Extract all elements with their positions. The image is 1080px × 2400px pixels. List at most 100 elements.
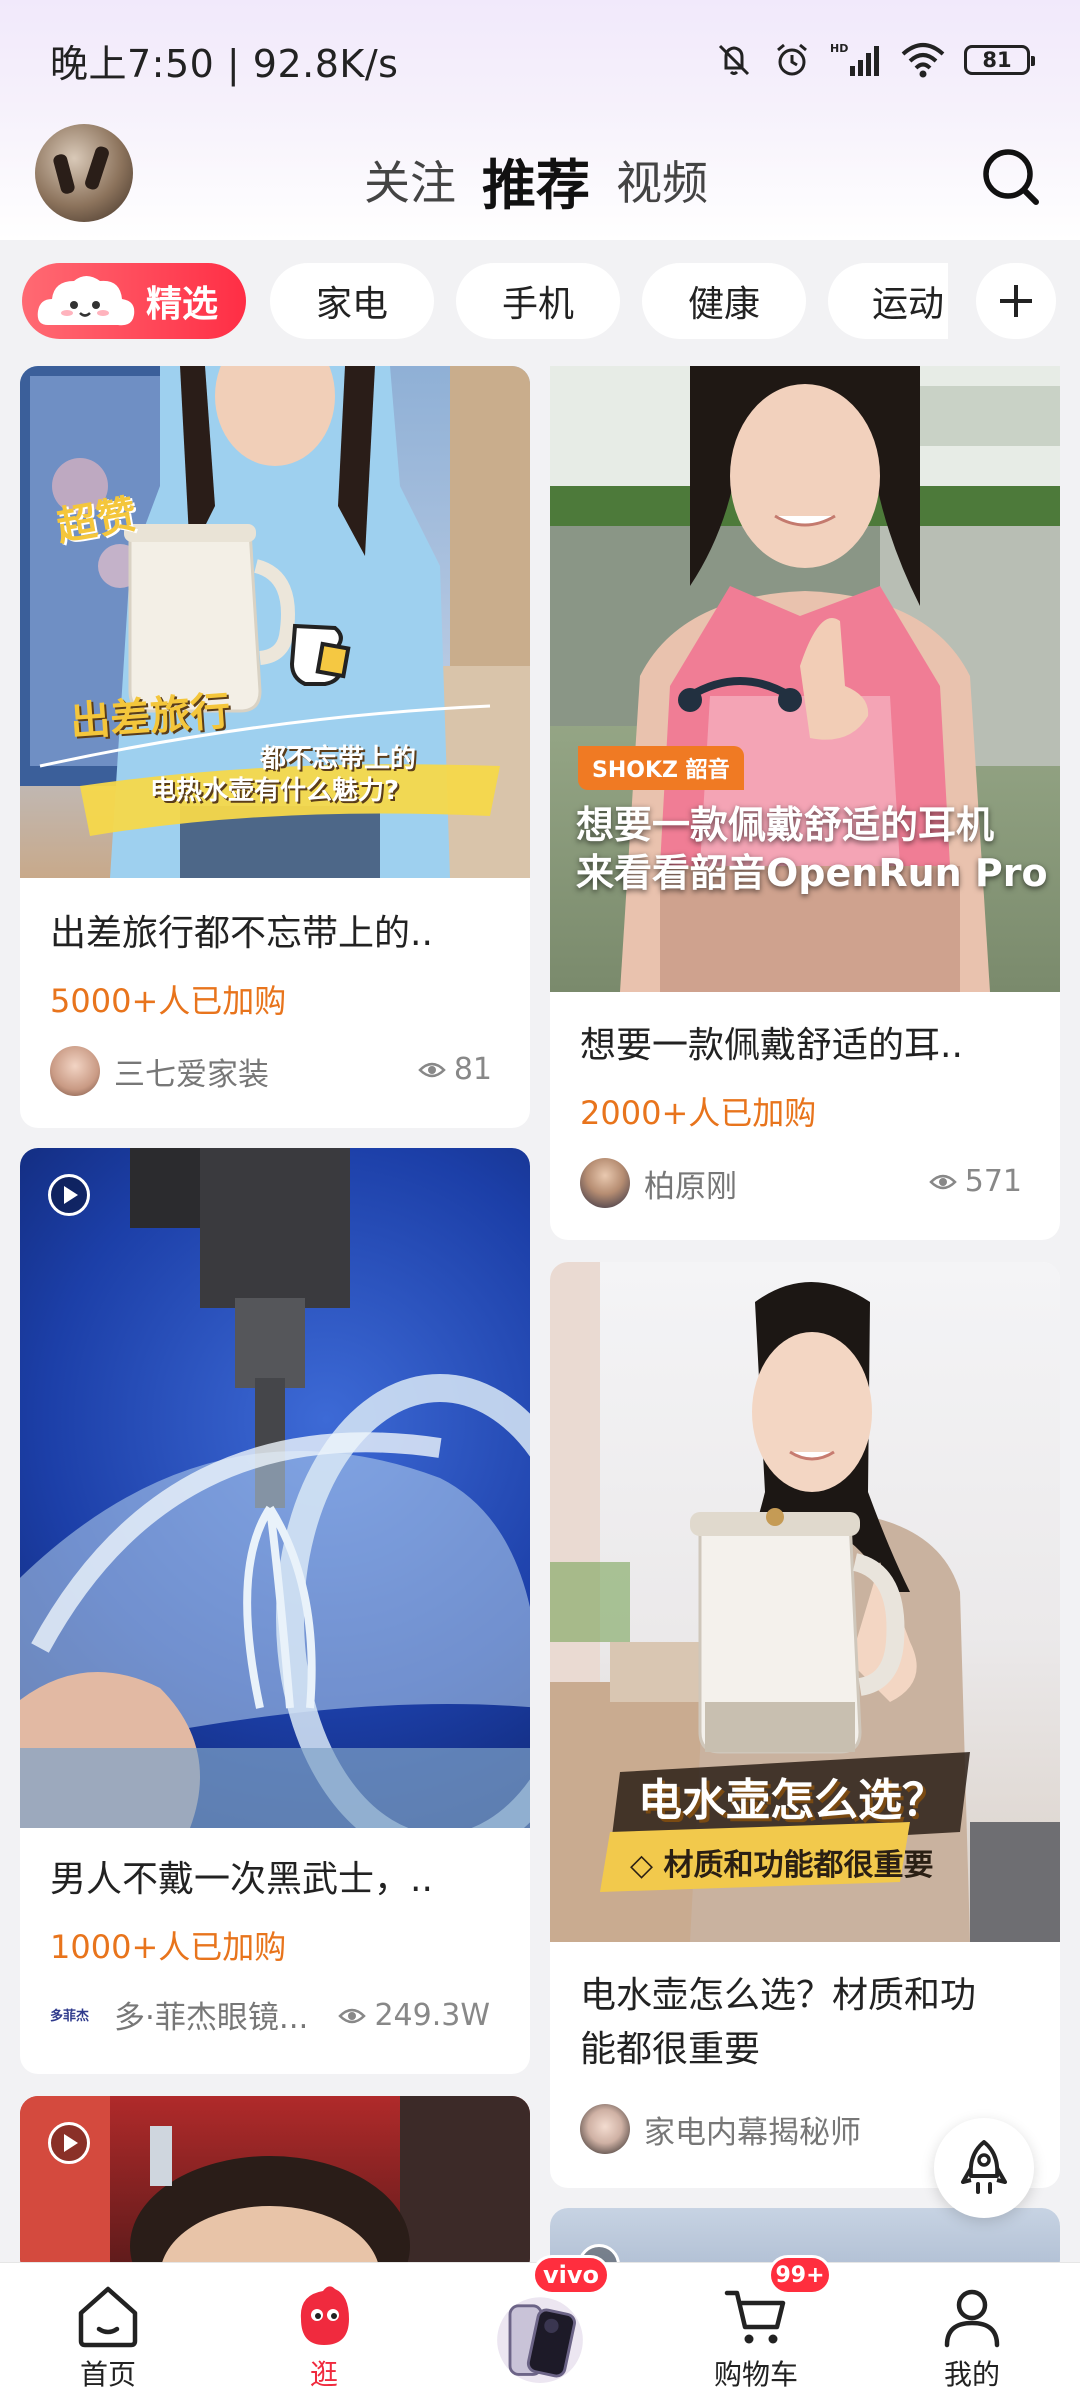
nav-label: 购物车 [713,2358,798,2391]
battery-level: 81 [982,48,1012,72]
card-title: 男人不戴一次黑武士，.. [50,1859,433,1900]
author-logo-text: 多菲杰 [50,2009,90,2024]
bottom-nav: 首页 逛 vivo 购物车 99+ 我的 [0,2255,1080,2400]
category-featured-label: 精选 [145,284,218,325]
category-label: 家电 [315,284,388,325]
earphone-scene-image [550,366,1060,992]
cart-count-text: 99+ [775,2262,825,2288]
status-icons: HD 81 [714,40,1035,80]
partial-video-image [20,2096,530,2276]
vivo-phone-promo-icon [497,2297,583,2383]
author-avatar [50,1046,100,1096]
overlay-line2: 来看看韶音OpenRun Pro [576,851,1048,895]
card-views: 249.3W [338,1998,490,2033]
vivo-badge-text: vivo [542,2261,599,2289]
category-row: 精选 家电 手机 健康 运动 [0,240,1080,362]
author-avatar [580,1158,630,1208]
card-author[interactable]: 三七爱家装 [50,1046,269,1096]
browse-icon [300,2286,349,2345]
product-image[interactable] [20,2096,530,2276]
view-count: 249.3W [374,1998,490,2033]
feed-card[interactable]: 超赞 出差旅行 都不忘带上的 电热水壶有什么魅力? 出差旅行都不忘带上的.. 5… [20,366,530,1128]
product-image[interactable] [20,1148,530,1828]
author-name: 柏原刚 [644,1168,737,1205]
author-name: 家电内幕揭秘师 [644,2114,861,2151]
tab-follow[interactable]: 关注 [364,147,456,213]
product-image[interactable]: SHOKZ 韶音 想要一款佩戴舒适的耳机 来看看韶音OpenRun Pro [550,366,1060,992]
category-more-button[interactable] [976,263,1056,339]
nav-label: 逛 [309,2358,338,2391]
card-author[interactable]: 多菲杰 多·菲杰眼镜... [50,1992,308,2037]
eye-icon [928,1174,957,1189]
category-sport[interactable]: 运动 [828,263,948,339]
video-play-icon [48,2122,90,2164]
author-logo: 多菲杰 [50,1995,100,2035]
back-to-top-button[interactable] [934,2118,1034,2218]
card-buyers: 1000+人已加购 [50,1928,287,1966]
feed-card[interactable]: 电水壶怎么选？ ◇ 材质和功能都很重要 电水壶怎么选？材质和功 能都很重要 家电… [550,1262,1060,2188]
category-appliance[interactable]: 家电 [270,263,434,339]
status-bar: 晚上7:50 | 92.8K/s HD 81 [0,0,1080,120]
eye-icon [418,1062,446,1077]
tab-video[interactable]: 视频 [616,147,708,213]
header: 关注 推荐 视频 [0,120,1080,240]
eye-icon [338,2008,367,2023]
nav-label: 首页 [79,2358,136,2391]
nav-cart[interactable]: 购物车 99+ [686,2255,832,2400]
mute-icon [718,44,750,76]
card-author[interactable]: 柏原刚 [580,1158,737,1208]
nav-home[interactable]: 首页 [38,2263,178,2400]
card-author[interactable]: 家电内幕揭秘师 [580,2104,861,2154]
category-label: 手机 [501,284,574,325]
plus-icon [1000,285,1032,317]
nav-label: 我的 [943,2358,1000,2391]
category-featured[interactable]: 精选 [22,263,246,339]
card-title: 想要一款佩戴舒适的耳.. [580,1025,963,1066]
glasses-scene-image [20,1148,530,1828]
category-label: 运动 [872,284,945,325]
card-views: 81 [418,1052,492,1087]
overlay-sub: ◇ 材质和功能都很重要 [630,1848,934,1883]
nav-browse[interactable]: 逛 [254,2263,394,2400]
nav-me[interactable]: 我的 [902,2263,1042,2400]
cart-count-badge: 99+ [768,2255,832,2295]
wifi-icon [901,43,945,78]
battery-icon: 81 [964,45,1035,75]
card-title: 出差旅行都不忘带上的.. [50,913,433,954]
overlay-main: 出差旅行 [68,688,232,746]
search-icon[interactable] [978,144,1044,210]
brand-tag: SHOKZ 韶音 [578,746,744,790]
card-buyers: 5000+人已加购 [50,982,287,1020]
overlay-main: 电水壶怎么选？ [638,1775,946,1826]
svg-text:HD: HD [830,42,848,55]
user-icon [944,2289,1000,2348]
vivo-badge: vivo [532,2255,610,2295]
rocket-icon [961,2140,1007,2194]
avatar[interactable] [35,124,133,222]
top-tabs: 关注 推荐 视频 [364,120,708,240]
category-label: 健康 [687,284,760,325]
product-image[interactable]: 超赞 出差旅行 都不忘带上的 电热水壶有什么魅力? [20,366,530,878]
category-phone[interactable]: 手机 [456,263,620,339]
tab-recommend[interactable]: 推荐 [482,141,590,220]
card-title-line2: 能都很重要 [580,2029,761,2070]
card-buyers: 2000+人已加购 [580,1094,817,1132]
product-image[interactable]: 电水壶怎么选？ ◇ 材质和功能都很重要 [550,1262,1060,1942]
feed-card[interactable] [20,2096,530,2276]
author-avatar [580,2104,630,2154]
category-health[interactable]: 健康 [642,263,806,339]
card-title-line1: 电水壶怎么选？材质和功 [580,1975,977,2016]
nav-vivo-promo[interactable]: vivo [470,2255,610,2400]
author-name: 多·菲杰眼镜... [114,2000,309,2036]
feed-card[interactable]: 男人不戴一次黑武士，.. 1000+人已加购 多菲杰 多·菲杰眼镜... 249… [20,1148,530,2074]
view-count: 571 [964,1164,1022,1199]
status-time: 晚上7:50 | 92.8K/s [50,41,399,86]
card-views: 571 [928,1164,1022,1199]
view-count: 81 [453,1052,492,1087]
overlay-line1: 想要一款佩戴舒适的耳机 [576,803,995,847]
home-icon [78,2286,138,2348]
feed-card[interactable]: SHOKZ 韶音 想要一款佩戴舒适的耳机 来看看韶音OpenRun Pro 想要… [550,366,1060,1240]
hd-signal-icon: HD [830,42,879,76]
author-name: 三七爱家装 [114,1056,269,1093]
video-play-icon [48,1174,90,1216]
